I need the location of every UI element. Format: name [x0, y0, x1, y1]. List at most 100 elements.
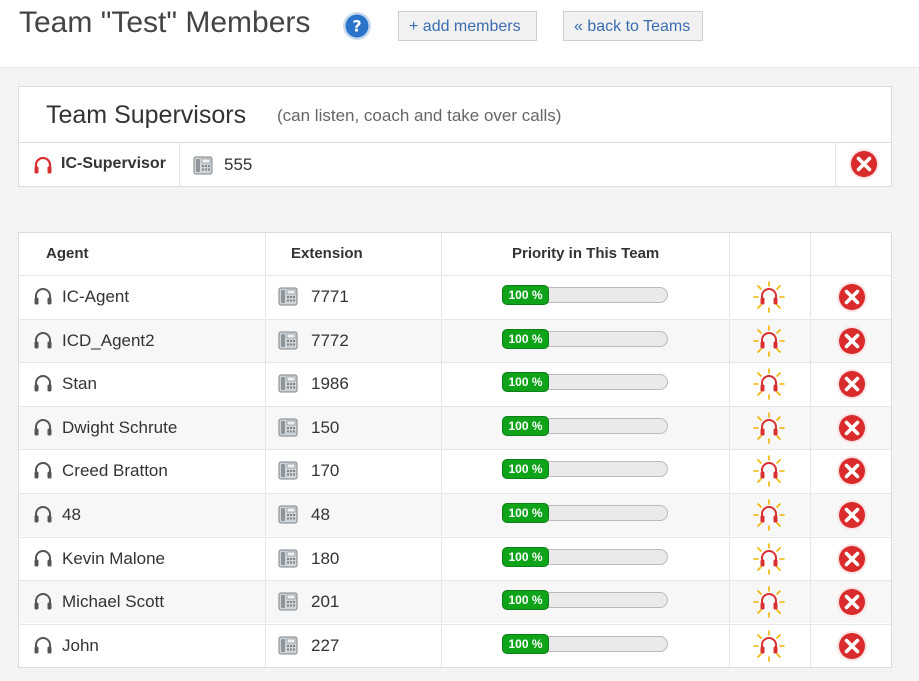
delete-x-icon[interactable] — [836, 281, 868, 313]
agent-extension: 7772 — [311, 330, 349, 350]
table-row: Dwight Schrute 150 100 % — [19, 405, 891, 449]
priority-value: 100 % — [502, 328, 549, 349]
priority-value: 100 % — [502, 633, 549, 654]
agent-name: Creed Bratton — [62, 461, 168, 481]
column-divider — [441, 276, 442, 318]
table-row: John 227 100 % — [19, 623, 891, 667]
agent-name: Stan — [62, 374, 97, 394]
delete-x-icon[interactable] — [836, 455, 868, 487]
column-divider — [441, 363, 442, 406]
column-divider — [265, 233, 266, 275]
agent-extension: 180 — [311, 548, 340, 568]
delete-x-icon[interactable] — [836, 325, 868, 357]
column-divider — [441, 450, 442, 493]
column-header-priority: Priority in This Team — [512, 245, 660, 262]
desk-phone-icon — [278, 374, 298, 393]
table-row: Stan 1986 100 % — [19, 362, 891, 406]
table-row: Kevin Malone 180 100 % — [19, 536, 891, 580]
column-divider — [441, 406, 442, 449]
promote-to-supervisor-icon[interactable] — [753, 629, 785, 662]
priority-value: 100 % — [502, 459, 549, 480]
agent-extension: 7771 — [311, 287, 349, 306]
column-divider — [441, 537, 442, 580]
promote-to-supervisor-icon[interactable] — [753, 586, 785, 618]
headset-icon — [34, 593, 52, 610]
agents-table: Agent Extension Priority in This Team IC… — [18, 232, 892, 668]
headset-icon — [34, 549, 52, 567]
column-divider — [810, 581, 811, 624]
promote-to-supervisor-icon[interactable] — [753, 324, 785, 357]
add-members-button[interactable]: + add members — [398, 11, 537, 41]
agent-name: IC-Agent — [62, 287, 130, 306]
column-divider — [810, 624, 811, 667]
column-divider — [265, 406, 266, 449]
agent-extension: 48 — [311, 505, 330, 524]
page-title: Team "Test" Members — [19, 6, 311, 39]
agent-name: Dwight Schrute — [62, 417, 178, 437]
column-divider — [810, 450, 811, 493]
column-divider — [810, 319, 811, 362]
desk-phone-icon — [278, 461, 298, 480]
delete-x-icon[interactable] — [836, 368, 868, 400]
headset-icon — [34, 418, 52, 436]
priority-value: 100 % — [502, 285, 549, 305]
column-divider — [810, 233, 811, 275]
supervisor-headset-icon — [34, 156, 52, 174]
headset-icon — [34, 636, 52, 654]
agent-name: John — [62, 635, 99, 655]
column-divider — [729, 450, 730, 493]
column-header-agent: Agent — [46, 245, 89, 262]
column-divider — [441, 581, 442, 624]
agent-name: ICD_Agent2 — [62, 330, 155, 350]
supervisor-extension: 555 — [224, 155, 253, 174]
column-divider — [810, 363, 811, 406]
agent-extension: 227 — [311, 635, 340, 655]
promote-to-supervisor-icon[interactable] — [753, 368, 785, 400]
column-divider — [835, 143, 836, 187]
column-divider — [729, 406, 730, 449]
back-to-teams-button[interactable]: « back to Teams — [563, 11, 703, 41]
priority-value: 100 % — [502, 415, 549, 436]
delete-x-icon[interactable] — [836, 543, 868, 575]
promote-to-supervisor-icon[interactable] — [753, 499, 785, 531]
delete-x-icon[interactable] — [836, 412, 868, 444]
promote-to-supervisor-icon[interactable] — [753, 411, 785, 444]
table-row: IC-Agent 7771 100 % — [19, 275, 891, 318]
column-divider — [265, 581, 266, 624]
column-divider — [729, 624, 730, 667]
desk-phone-icon — [278, 592, 298, 611]
headset-icon — [34, 375, 52, 392]
column-divider — [729, 363, 730, 406]
desk-phone-icon — [278, 636, 298, 655]
column-divider — [810, 276, 811, 318]
delete-x-icon[interactable] — [836, 586, 868, 618]
desk-phone-icon — [278, 549, 298, 568]
help-icon[interactable]: ? — [342, 11, 372, 41]
headset-icon — [34, 288, 52, 305]
priority-value: 100 % — [502, 503, 549, 523]
headset-icon — [34, 462, 52, 479]
column-header-extension: Extension — [291, 245, 363, 262]
desk-phone-icon — [278, 331, 298, 350]
table-header: Agent Extension Priority in This Team — [19, 233, 891, 275]
table-row: Creed Bratton 170 100 % — [19, 449, 891, 493]
column-divider — [729, 233, 730, 275]
column-divider — [810, 494, 811, 536]
agent-name: Kevin Malone — [62, 548, 166, 568]
column-divider — [729, 537, 730, 580]
column-divider — [265, 624, 266, 667]
agent-name: 48 — [62, 505, 81, 524]
table-row: 48 48 100 % — [19, 493, 891, 536]
promote-to-supervisor-icon[interactable] — [753, 542, 785, 575]
desk-phone-icon — [278, 418, 298, 437]
promote-to-supervisor-icon[interactable] — [753, 455, 785, 488]
column-divider — [265, 450, 266, 493]
table-row: Michael Scott 201 100 % — [19, 580, 891, 624]
delete-x-icon[interactable] — [836, 630, 868, 662]
agent-extension: 201 — [311, 592, 340, 612]
column-divider — [441, 319, 442, 362]
delete-x-icon[interactable] — [836, 499, 868, 531]
column-divider — [265, 537, 266, 580]
delete-x-icon[interactable] — [848, 148, 880, 180]
promote-to-supervisor-icon[interactable] — [753, 281, 785, 313]
